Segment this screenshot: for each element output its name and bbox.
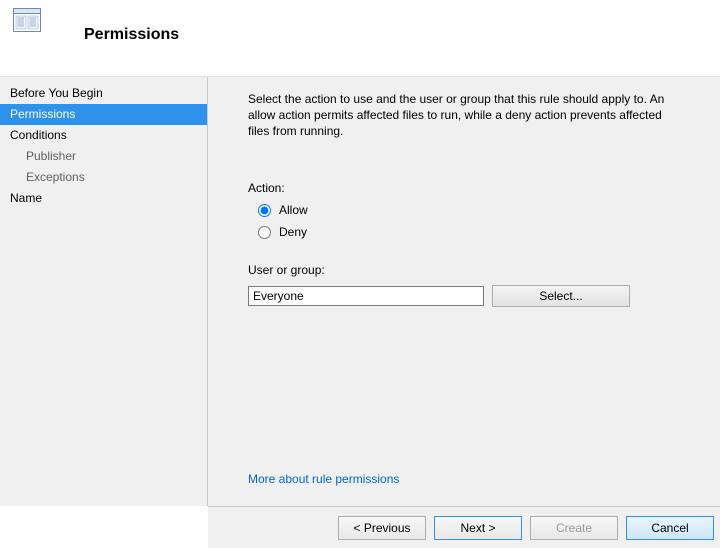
wizard-header: Permissions (0, 0, 720, 76)
create-button: Create (530, 516, 618, 540)
wizard-footer: < Previous Next > Create Cancel (208, 506, 720, 548)
wizard-content: Select the action to use and the user or… (208, 77, 720, 506)
user-group-input[interactable] (248, 286, 484, 306)
select-button[interactable]: Select... (492, 285, 630, 307)
radio-allow-input[interactable] (258, 204, 271, 217)
radio-deny-label: Deny (279, 225, 307, 239)
cancel-button[interactable]: Cancel (626, 516, 714, 540)
wizard-body: Before You Begin Permissions Conditions … (0, 76, 720, 506)
action-label: Action: (248, 181, 680, 195)
description-text: Select the action to use and the user or… (248, 91, 680, 139)
radio-allow[interactable]: Allow (258, 203, 680, 217)
nav-name[interactable]: Name (0, 188, 207, 209)
user-group-label: User or group: (248, 263, 680, 277)
page-title: Permissions (84, 26, 179, 44)
radio-deny-input[interactable] (258, 226, 271, 239)
nav-conditions[interactable]: Conditions (0, 125, 207, 146)
next-button[interactable]: Next > (434, 516, 522, 540)
wizard-dialog: Permissions Before You Begin Permissions… (0, 0, 720, 548)
nav-exceptions[interactable]: Exceptions (0, 167, 207, 188)
radio-deny[interactable]: Deny (258, 225, 680, 239)
nav-before-you-begin[interactable]: Before You Begin (0, 83, 207, 104)
app-icon (8, 8, 46, 32)
previous-button[interactable]: < Previous (338, 516, 426, 540)
action-group: Action: Allow Deny User or group: Select… (248, 181, 680, 307)
wizard-sidebar: Before You Begin Permissions Conditions … (0, 77, 207, 506)
user-group-row: Select... (248, 285, 680, 307)
nav-publisher[interactable]: Publisher (0, 146, 207, 167)
radio-allow-label: Allow (279, 203, 308, 217)
nav-permissions[interactable]: Permissions (0, 104, 207, 125)
help-link[interactable]: More about rule permissions (248, 472, 680, 486)
